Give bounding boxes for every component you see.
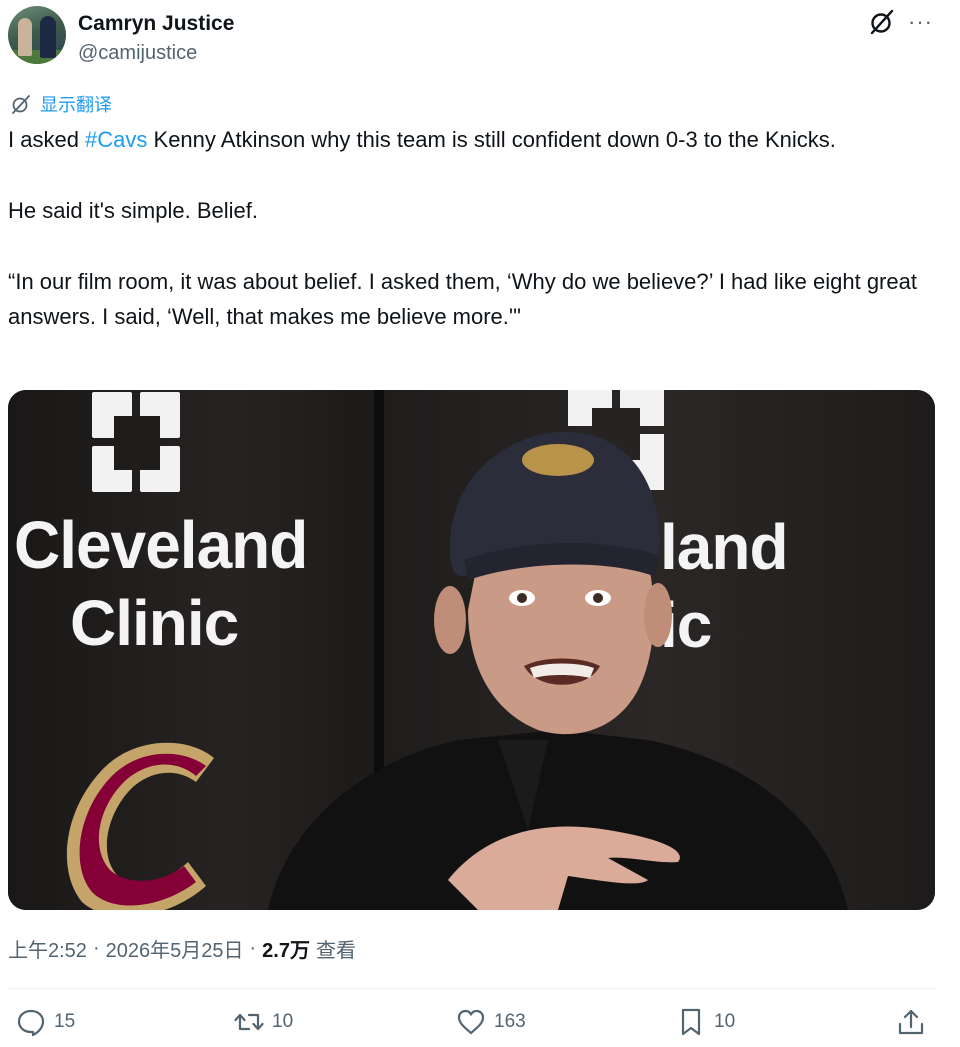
bookmark-button[interactable]: 10 bbox=[676, 1002, 735, 1042]
bookmark-icon bbox=[681, 1008, 701, 1036]
share-button[interactable] bbox=[896, 1002, 934, 1042]
cavaliers-c-logo bbox=[66, 742, 214, 910]
grok-icon[interactable] bbox=[868, 8, 896, 36]
tweet-video[interactable]: Cleveland Clinic land ic bbox=[8, 390, 935, 910]
views-label: 查看 bbox=[315, 940, 356, 962]
author-name[interactable]: Camryn Justice bbox=[78, 12, 234, 36]
tweet-text: I asked #Cavs Kenny Atkinson why this te… bbox=[8, 122, 938, 334]
avatar[interactable] bbox=[8, 6, 66, 64]
translate-link[interactable]: 显示翻译 bbox=[10, 92, 112, 116]
action-bar: 15 10 163 10 bbox=[8, 1002, 938, 1042]
repost-button[interactable]: 10 bbox=[234, 1002, 293, 1042]
author-handle[interactable]: @camijustice bbox=[78, 42, 197, 65]
tweet-header: Camryn Justice @camijustice ··· bbox=[8, 6, 952, 66]
hashtag-link[interactable]: #Cavs bbox=[85, 127, 147, 152]
more-icon[interactable]: ··· bbox=[908, 11, 938, 33]
repost-icon bbox=[234, 1013, 264, 1031]
tweet-paragraph-3: “In our film room, it was about belief. … bbox=[8, 269, 917, 329]
coach-figure bbox=[268, 431, 848, 910]
views-count: 2.7万 bbox=[262, 940, 310, 962]
tweet-paragraph-1: I asked #Cavs Kenny Atkinson why this te… bbox=[8, 127, 836, 152]
wordmark-line2: Clinic bbox=[70, 587, 239, 659]
tweet-paragraph-2: He said it's simple. Belief. bbox=[8, 198, 258, 223]
like-button[interactable]: 163 bbox=[456, 1002, 526, 1042]
tweet-time[interactable]: 上午2:52 bbox=[8, 934, 87, 963]
share-icon bbox=[898, 1009, 924, 1035]
tweet-date[interactable]: 2026年5月25日 bbox=[106, 934, 244, 963]
tweet-meta: 上午2:52 · 2026年5月25日 · 2.7万 查看 bbox=[8, 934, 356, 963]
grok-translate-icon bbox=[12, 95, 30, 114]
heart-icon bbox=[457, 1009, 485, 1035]
bookmark-count: 10 bbox=[714, 1011, 736, 1032]
repost-count: 10 bbox=[272, 1011, 294, 1032]
divider bbox=[8, 988, 936, 989]
reply-button[interactable]: 15 bbox=[16, 1002, 75, 1042]
translate-label: 显示翻译 bbox=[40, 95, 112, 115]
reply-icon bbox=[17, 1009, 45, 1037]
reply-count: 15 bbox=[54, 1011, 76, 1032]
cleveland-clinic-logo bbox=[92, 392, 182, 494]
like-count: 163 bbox=[494, 1011, 526, 1032]
